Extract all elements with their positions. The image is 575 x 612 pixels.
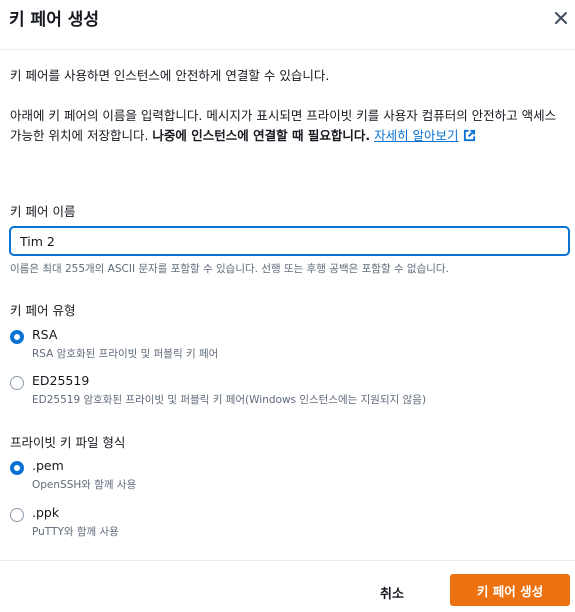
radio-description: RSA 암호화된 프라이빗 및 퍼블릭 키 페어: [32, 348, 219, 360]
intro-bold-text: 나중에 인스턴스에 연결할 때 필요합니다.: [152, 128, 371, 143]
radio-description: PuTTY와 함께 사용: [32, 526, 119, 538]
learn-more-link[interactable]: 자세히 알아보기: [374, 128, 458, 143]
radio-selected-icon[interactable]: [10, 461, 24, 475]
dialog-header: 키 페어 생성: [0, 0, 575, 50]
dialog-title: 키 페어 생성: [9, 10, 100, 30]
close-button[interactable]: [549, 6, 573, 30]
radio-description: ED25519 암호화된 프라이빗 및 퍼블릭 키 페어(Windows 인스턴…: [32, 394, 427, 406]
key-name-input[interactable]: [9, 226, 570, 256]
close-icon: [549, 6, 573, 30]
radio-label: .pem: [32, 458, 64, 473]
cancel-button[interactable]: 취소: [380, 583, 404, 602]
key-name-label: 키 페어 이름: [10, 204, 76, 219]
key-name-hint: 이름은 최대 255개의 ASCII 문자를 포함할 수 있습니다. 선행 또는…: [10, 263, 449, 275]
radio-description: OpenSSH와 함께 사용: [32, 479, 137, 491]
external-link-icon[interactable]: [463, 128, 476, 148]
radio-label: RSA: [32, 327, 58, 342]
dialog-body: 키 페어를 사용하면 인스턴스에 안전하게 연결할 수 있습니다. 아래에 키 …: [10, 66, 565, 148]
radio-label: .ppk: [32, 505, 60, 520]
intro-paragraph: 아래에 키 페어의 이름을 입력합니다. 메시지가 표시되면 프라이빗 키를 사…: [10, 106, 565, 148]
radio-label: ED25519: [32, 373, 90, 388]
intro-line: 키 페어를 사용하면 인스턴스에 안전하게 연결할 수 있습니다.: [10, 68, 330, 83]
radio-unselected-icon[interactable]: [10, 376, 24, 390]
dialog-footer: 취소 키 페어 생성: [0, 560, 575, 612]
radio-selected-icon[interactable]: [10, 330, 24, 344]
file-format-label: 프라이빗 키 파일 형식: [10, 435, 126, 450]
key-type-label: 키 페어 유형: [10, 303, 76, 318]
radio-unselected-icon[interactable]: [10, 508, 24, 522]
create-key-pair-button[interactable]: 키 페어 생성: [450, 574, 570, 606]
